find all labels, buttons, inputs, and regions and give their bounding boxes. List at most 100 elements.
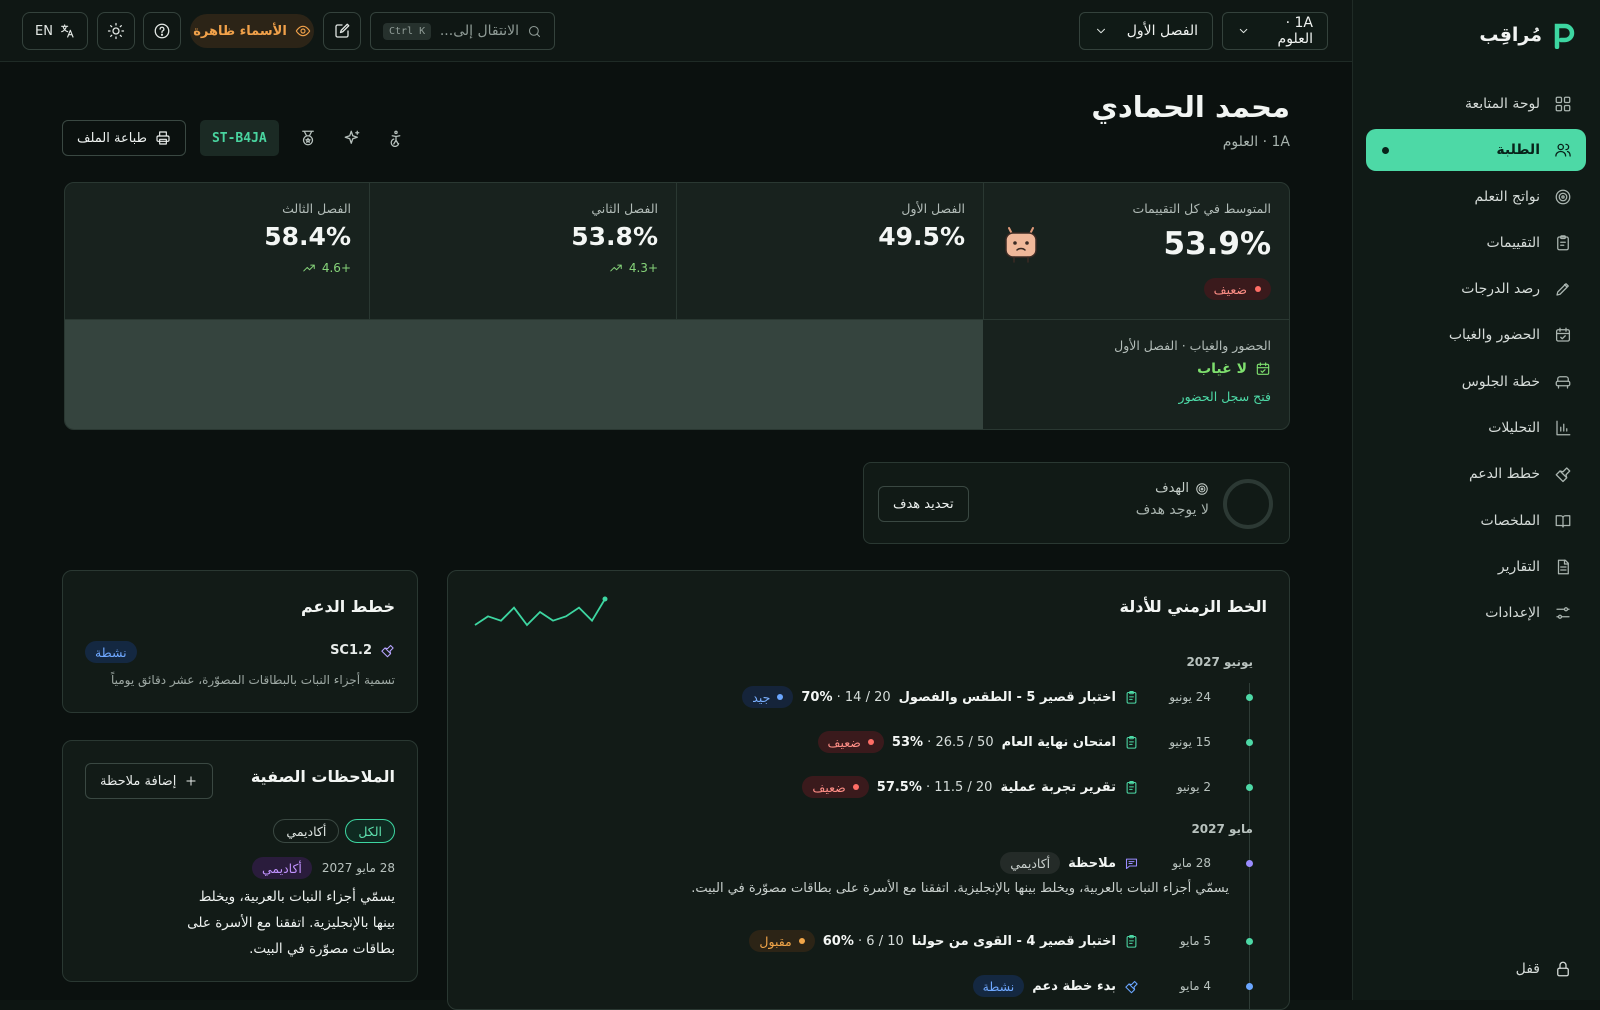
- add-note-button[interactable]: إضافة ملاحظة: [85, 763, 213, 799]
- month-header: يونيو 2027: [1186, 655, 1253, 669]
- sidebar-item-reports[interactable]: التقارير: [1366, 546, 1586, 588]
- chevron-down-icon: [1094, 24, 1108, 38]
- goal-card: الهدف لا يوجد هدف تحديد هدف: [863, 462, 1290, 544]
- language-button[interactable]: EN: [22, 12, 88, 50]
- open-attendance-link[interactable]: فتح سجل الحضور: [1001, 389, 1271, 404]
- shortcut-hint: Ctrl K: [383, 23, 431, 40]
- sidebar-item-dashboard[interactable]: لوحة المتابعة: [1366, 83, 1586, 125]
- sidebar-item-grades[interactable]: رصد الدرجات: [1366, 268, 1586, 310]
- filter-academic[interactable]: أكاديمي: [273, 819, 339, 843]
- sidebar-item-summaries[interactable]: الملخصات: [1366, 500, 1586, 542]
- lock-button[interactable]: قفل: [1516, 960, 1572, 978]
- student-id-badge[interactable]: ST-B4JA: [200, 120, 279, 156]
- term1-label: الفصل الأول: [695, 201, 965, 216]
- term1-value: 49.5%: [695, 222, 965, 251]
- goal-value: لا يوجد هدف: [1136, 502, 1209, 518]
- clipboard-icon: [1124, 780, 1139, 795]
- attendance-value: لا غياب: [1197, 361, 1247, 377]
- sparkles-button[interactable]: [337, 123, 367, 153]
- printer-icon: [155, 130, 171, 146]
- sun-icon: [107, 22, 125, 40]
- timeline-note-entry[interactable]: 28 مايو ملاحظة أكاديمي يسمّي أجزاء النبا…: [448, 849, 1289, 899]
- plan-description: تسمية أجزاء النبات بالبطاقات المصوّرة، ع…: [111, 673, 395, 687]
- overall-value: 53.9%: [1163, 226, 1271, 262]
- sidebar-item-assessments[interactable]: التقييمات: [1366, 222, 1586, 264]
- status-badge: مقبول: [749, 930, 814, 952]
- lock-label: قفل: [1516, 961, 1540, 977]
- names-visibility-toggle[interactable]: الأسماء ظاهرة: [190, 14, 314, 48]
- award-button[interactable]: [293, 123, 323, 153]
- timeline-entry[interactable]: 2 يونيو تقرير تجربة عملية 20 / 11.5 · 57…: [448, 773, 1289, 803]
- language-label: EN: [35, 24, 53, 39]
- sidebar-item-analytics[interactable]: التحليلات: [1366, 407, 1586, 449]
- users-icon: [1554, 141, 1572, 159]
- accessibility-icon: [387, 129, 405, 147]
- set-goal-button[interactable]: تحديد هدف: [878, 486, 969, 522]
- calendar-icon: [1554, 326, 1572, 344]
- status-label: جيد: [752, 690, 770, 705]
- category-tag: أكاديمي: [1000, 852, 1060, 874]
- seat-icon: [1554, 373, 1572, 391]
- goal-label: الهدف: [1155, 481, 1189, 496]
- term3-delta: +4.6: [81, 261, 351, 275]
- help-button[interactable]: [143, 12, 181, 50]
- term2-value: 53.8%: [388, 222, 658, 251]
- help-icon: [153, 22, 171, 40]
- status-label: ضعيف: [828, 735, 861, 750]
- chevron-down-icon: [1237, 24, 1250, 38]
- entry-content: اختبار قصير 4 - القوى من حولنا 10 / 6 · …: [749, 930, 1139, 952]
- sidebar-item-outcomes[interactable]: نواتج التعلم: [1366, 176, 1586, 218]
- status-badge: نشطة: [973, 975, 1025, 997]
- sidebar-item-attendance[interactable]: الحضور والغياب: [1366, 314, 1586, 356]
- term3-value: 58.4%: [81, 222, 351, 251]
- brand[interactable]: مُراقِب: [1479, 18, 1576, 52]
- support-plan-item[interactable]: SC1.2: [330, 643, 395, 658]
- entry-title: ملاحظة: [1068, 856, 1116, 871]
- note-tag: أكاديمي: [252, 857, 312, 879]
- sparkline-end-point: [603, 597, 608, 602]
- notes-title: الملاحظات الصفية: [251, 767, 395, 786]
- timeline-entry[interactable]: 4 مايو بدء خطة دعم نشطة: [448, 972, 1289, 1002]
- entry-title: اختبار قصير 4 - القوى من حولنا: [912, 934, 1116, 949]
- timeline-dot: [1246, 784, 1253, 791]
- term2-delta-value: +4.3: [629, 261, 658, 275]
- sidebar-item-seating[interactable]: خطة الجلوس: [1366, 361, 1586, 403]
- entry-date: 4 مايو: [1180, 979, 1211, 993]
- print-label: طباعة الملف: [77, 131, 147, 146]
- student-actions: طباعة الملف ST-B4JA: [62, 120, 411, 156]
- term3-delta-value: +4.6: [322, 261, 351, 275]
- translate-icon: [59, 23, 75, 39]
- note-date: 28 مايو 2027: [322, 861, 395, 875]
- accessibility-button[interactable]: [381, 123, 411, 153]
- search-input[interactable]: الانتقال إلى... Ctrl K: [370, 12, 555, 50]
- theme-toggle-button[interactable]: [97, 12, 135, 50]
- sidebar-item-label: خطة الجلوس: [1462, 374, 1540, 390]
- timeline-dot: [1246, 983, 1253, 990]
- timeline-entry[interactable]: 24 يونيو اختبار قصير 5 - الطقس والفصول 2…: [448, 683, 1289, 713]
- term2-delta: +4.3: [388, 261, 658, 275]
- sidebar-item-label: الحضور والغياب: [1449, 327, 1540, 343]
- overall-status-label: ضعيف: [1214, 282, 1247, 297]
- note-icon: [1124, 856, 1139, 871]
- entry-date: 2 يونيو: [1177, 780, 1211, 794]
- timeline-dot: [1246, 860, 1253, 867]
- print-profile-button[interactable]: طباعة الملف: [62, 120, 186, 156]
- sidebar-item-support[interactable]: خطط الدعم: [1366, 453, 1586, 495]
- sidebar-item-settings[interactable]: الإعدادات: [1366, 592, 1586, 634]
- timeline-entry[interactable]: 5 مايو اختبار قصير 4 - القوى من حولنا 10…: [448, 927, 1289, 957]
- clipboard-icon: [1124, 690, 1139, 705]
- sidebar-item-label: التحليلات: [1488, 420, 1540, 436]
- class-select[interactable]: 1A · العلوم: [1222, 12, 1328, 50]
- overall-label: المتوسط في كل التقييمات: [1002, 201, 1271, 216]
- target-icon: [1195, 482, 1209, 496]
- eye-icon: [295, 23, 311, 39]
- calendar-check-icon: [1255, 361, 1271, 377]
- clipboard-icon: [1124, 934, 1139, 949]
- search-placeholder: الانتقال إلى...: [440, 23, 519, 39]
- filter-all[interactable]: الكل: [345, 819, 395, 843]
- main-content: محمد الحمادي 1A · العلوم طباعة الملف ST-…: [0, 62, 1352, 1000]
- term-select[interactable]: الفصل الأول: [1079, 12, 1213, 50]
- timeline-entry[interactable]: 15 يونيو امتحان نهاية العام 50 / 26.5 · …: [448, 728, 1289, 758]
- quick-note-button[interactable]: [323, 12, 361, 50]
- sidebar-item-students[interactable]: الطلبة: [1366, 129, 1586, 171]
